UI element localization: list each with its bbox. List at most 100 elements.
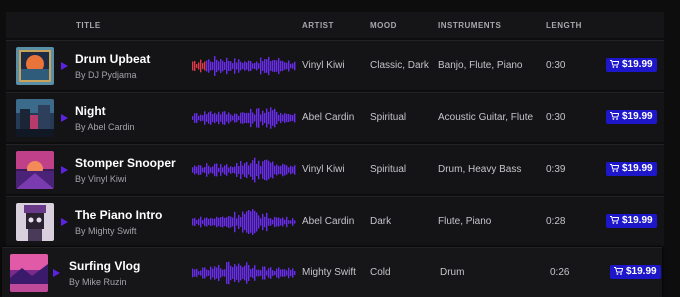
- waveform-bar: [288, 220, 290, 224]
- artist-cell[interactable]: Vinyl Kiwi: [302, 60, 345, 71]
- waveform-bar: [244, 112, 246, 124]
- waveform-bar: [204, 267, 206, 279]
- waveform-bar: [254, 210, 256, 234]
- cart-icon: [610, 60, 619, 68]
- waveform-bar: [290, 220, 292, 224]
- waveform-bar: [224, 62, 226, 70]
- waveform-bar: [222, 167, 224, 173]
- waveform-bar: [220, 164, 222, 176]
- play-icon[interactable]: [61, 218, 68, 226]
- waveform-bar: [246, 211, 248, 233]
- track-row[interactable]: The Piano Intro By Mighty Swift Abel Car…: [6, 196, 664, 246]
- artist-cell[interactable]: Vinyl Kiwi: [302, 164, 345, 175]
- waveform-bar: [284, 269, 286, 277]
- waveform-bar: [266, 108, 268, 128]
- waveform-bar: [242, 112, 244, 124]
- track-row[interactable]: Night By Abel Cardin Abel Cardin Spiritu…: [6, 92, 664, 142]
- waveform-bar: [256, 269, 258, 277]
- waveform-bar: [284, 113, 286, 123]
- waveform-bar: [228, 216, 230, 228]
- waveform-bar: [206, 60, 208, 72]
- waveform[interactable]: [192, 103, 296, 133]
- waveform[interactable]: [192, 155, 296, 185]
- mood-cell: Spiritual: [370, 164, 407, 175]
- track-row[interactable]: Surfing Vlog By Mike Ruzin Mighty Swift …: [2, 247, 662, 297]
- track-row[interactable]: Stomper Snooper By Vinyl Kiwi Vinyl Kiwi…: [6, 144, 664, 194]
- waveform-bar: [260, 114, 262, 122]
- waveform-bar: [276, 164, 278, 176]
- waveform-bar: [232, 115, 234, 121]
- track-author[interactable]: By Mike Ruzin: [69, 277, 127, 287]
- waveform-bar: [254, 265, 256, 281]
- waveform-bar: [236, 113, 238, 123]
- track-title[interactable]: Night: [75, 104, 106, 118]
- buy-button[interactable]: $19.99: [606, 58, 657, 72]
- play-icon[interactable]: [61, 62, 68, 70]
- waveform-bar: [194, 165, 196, 175]
- track-title[interactable]: The Piano Intro: [75, 208, 162, 222]
- track-author[interactable]: By DJ Pydjama: [75, 70, 137, 80]
- play-icon[interactable]: [61, 166, 68, 174]
- track-author[interactable]: By Mighty Swift: [75, 226, 137, 236]
- waveform-bar: [288, 267, 290, 279]
- waveform-bar: [200, 216, 202, 228]
- waveform-bar: [292, 268, 294, 278]
- waveform-bar: [280, 165, 282, 175]
- buy-button[interactable]: $19.99: [610, 265, 661, 279]
- waveform-bar: [238, 59, 240, 73]
- waveform[interactable]: [192, 258, 296, 288]
- waveform-bar: [278, 114, 280, 122]
- artist-cell[interactable]: Mighty Swift: [302, 267, 356, 278]
- track-title[interactable]: Surfing Vlog: [69, 259, 140, 273]
- waveform-bar: [208, 59, 210, 73]
- waveform-bar: [216, 114, 218, 122]
- header-artist: ARTIST: [302, 21, 334, 30]
- waveform-bar: [274, 271, 276, 275]
- waveform-bar: [220, 217, 222, 227]
- mood-cell: Spiritual: [370, 112, 407, 123]
- track-author[interactable]: By Vinyl Kiwi: [75, 174, 126, 184]
- waveform-bar: [278, 267, 280, 279]
- waveform-bar: [290, 63, 292, 69]
- waveform-bar: [236, 163, 238, 177]
- buy-button[interactable]: $19.99: [606, 110, 657, 124]
- waveform-bar: [250, 163, 252, 177]
- waveform-bar: [292, 166, 294, 174]
- waveform-bar: [220, 59, 222, 73]
- waveform-bar: [196, 220, 198, 224]
- cart-icon: [610, 112, 619, 120]
- waveform-bar: [270, 218, 272, 226]
- price-label: $19.99: [622, 215, 653, 226]
- artist-cell[interactable]: Abel Cardin: [302, 216, 354, 227]
- waveform-bar: [196, 268, 198, 278]
- track-title[interactable]: Stomper Snooper: [75, 156, 176, 170]
- buy-button[interactable]: $19.99: [606, 214, 657, 228]
- waveform-bar: [196, 166, 198, 174]
- buy-button[interactable]: $19.99: [606, 162, 657, 176]
- waveform-bar: [262, 61, 264, 71]
- waveform-bar: [204, 61, 206, 71]
- waveform-bar: [192, 116, 194, 120]
- waveform-bar: [242, 267, 244, 279]
- waveform-bar: [234, 166, 236, 174]
- waveform-bar: [244, 163, 246, 177]
- waveform-bar: [252, 160, 254, 180]
- waveform-bar: [258, 160, 260, 180]
- length-cell: 0:26: [550, 267, 570, 278]
- waveform[interactable]: [192, 51, 296, 81]
- waveform-bar: [192, 218, 194, 226]
- waveform-bar: [264, 59, 266, 73]
- waveform-bar: [280, 218, 282, 226]
- artist-cell[interactable]: Abel Cardin: [302, 112, 354, 123]
- waveform-bar: [222, 216, 224, 228]
- waveform-bar: [280, 269, 282, 277]
- waveform-bar: [198, 164, 200, 176]
- play-icon[interactable]: [53, 269, 60, 277]
- price-label: $19.99: [622, 163, 653, 174]
- waveform[interactable]: [192, 207, 296, 237]
- track-title[interactable]: Drum Upbeat: [75, 52, 150, 66]
- play-icon[interactable]: [61, 114, 68, 122]
- track-author[interactable]: By Abel Cardin: [75, 122, 135, 132]
- header-length: LENGTH: [546, 21, 582, 30]
- track-row[interactable]: Drum Upbeat By DJ Pydjama Vinyl Kiwi Cla…: [6, 40, 664, 90]
